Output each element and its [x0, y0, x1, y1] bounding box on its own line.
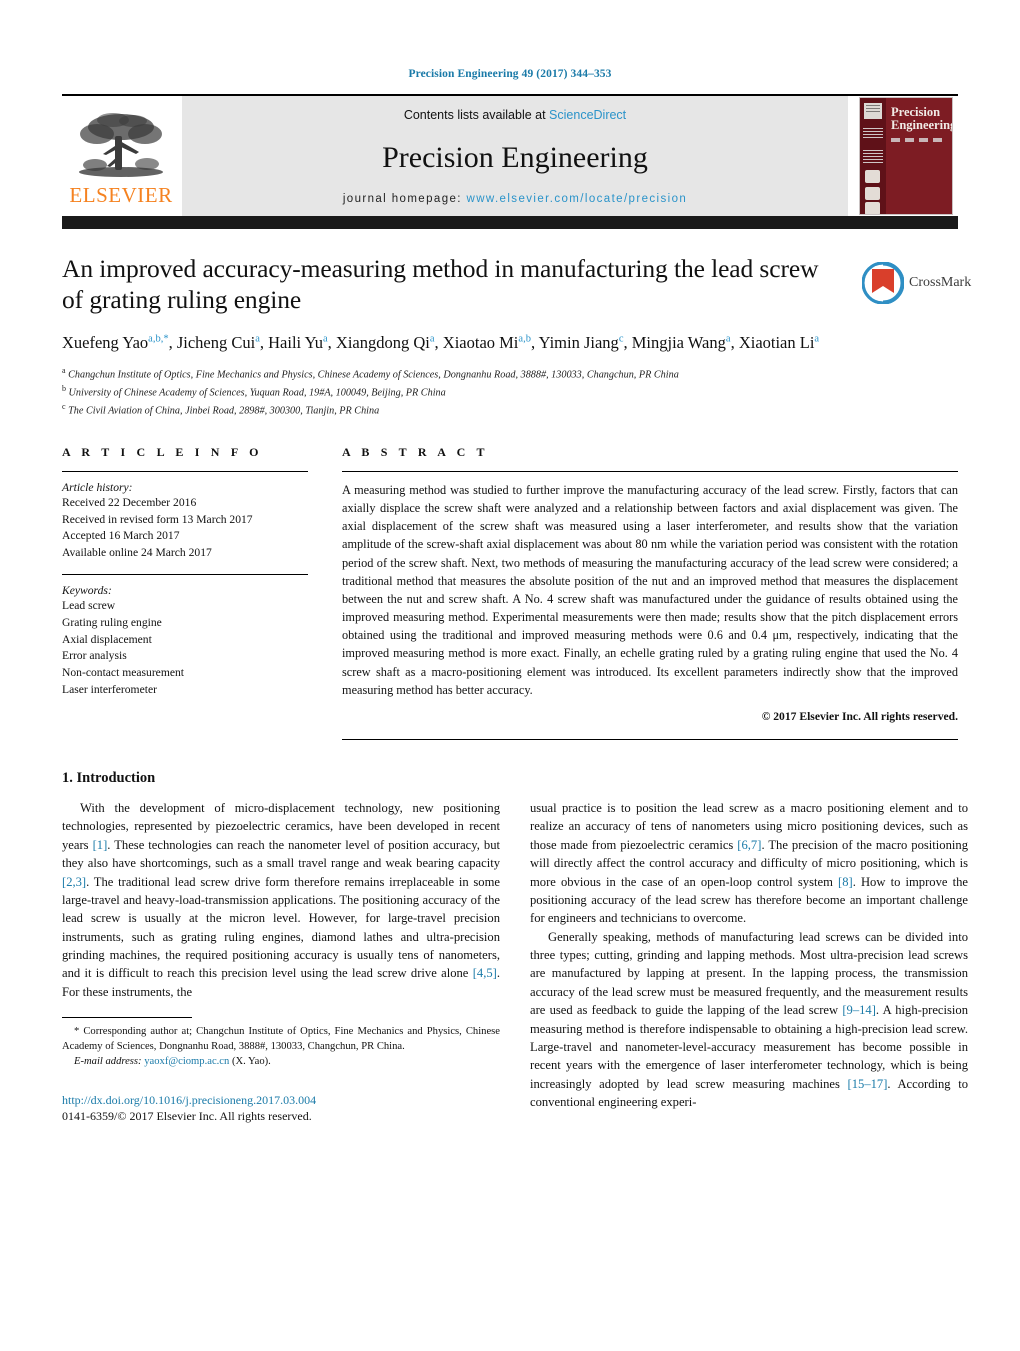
cover-title-line-1: Precision: [891, 105, 941, 119]
body-two-column: With the development of micro-displaceme…: [62, 799, 968, 1124]
affiliation-marker: a: [62, 366, 66, 376]
cover-publisher-logo-icon: [864, 103, 882, 119]
copyright-line: © 2017 Elsevier Inc. All rights reserved…: [761, 710, 958, 724]
cover-subtitle-rule: [891, 138, 947, 142]
paper-page: Precision Engineering 49 (2017) 344–353: [0, 0, 1020, 1351]
article-info-rule: [62, 470, 308, 472]
sciencedirect-link[interactable]: ScienceDirect: [549, 108, 626, 122]
doi-block: http://dx.doi.org/10.1016/j.precisioneng…: [62, 1092, 500, 1124]
crossmark-icon: [861, 261, 905, 305]
keyword-item: Axial displacement: [62, 632, 152, 646]
abstract-rule: [342, 470, 958, 472]
history-item: Available online 24 March 2017: [62, 546, 212, 560]
running-head: Precision Engineering 49 (2017) 344–353: [408, 68, 612, 80]
homepage-prefix: journal homepage:: [342, 193, 467, 205]
abstract-column: A B S T R A C T A measuring method was s…: [342, 444, 958, 741]
issn-copyright-line: 0141-6359/© 2017 Elsevier Inc. All right…: [62, 1108, 312, 1123]
contents-available-line: Contents lists available at ScienceDirec…: [404, 108, 626, 122]
abstract-bottom-rule: [342, 739, 958, 741]
homepage-url-link[interactable]: www.elsevier.com/locate/precision: [466, 193, 687, 205]
article-info-column: A R T I C L E I N F O Article history: R…: [62, 445, 308, 740]
keyword-item: Error analysis: [62, 649, 127, 663]
footnote-block: * Corresponding author at; Changchun Ins…: [62, 1017, 500, 1124]
cover-title-line-2: Engineering: [891, 117, 953, 132]
keyword-item: Lead screw: [62, 598, 116, 612]
article-history-label: Article history:: [62, 480, 133, 494]
keyword-item: Laser interferometer: [62, 682, 157, 696]
affiliation-marker: b: [62, 384, 66, 394]
crossmark-badge[interactable]: CrossMark: [861, 255, 971, 311]
doi-link[interactable]: http://dx.doi.org/10.1016/j.precisioneng…: [62, 1092, 500, 1108]
affiliation-item: a Changchun Institute of Optics, Fine Me…: [62, 365, 958, 383]
email-suffix: (X. Yao).: [231, 1055, 271, 1067]
email-note: E-mail address: yaoxf@ciomp.ac.cn (X. Ya…: [62, 1055, 500, 1070]
affiliation-item: b University of Chinese Academy of Scien…: [62, 383, 958, 401]
journal-homepage-line: journal homepage: www.elsevier.com/locat…: [343, 193, 687, 205]
intro-paragraph-right-1: usual practice is to position the lead s…: [530, 801, 968, 926]
cover-badge-1: [865, 170, 880, 183]
affiliation-text: University of Chinese Academy of Science…: [68, 387, 446, 399]
elsevier-tree-icon: [79, 113, 163, 177]
email-label: E-mail address:: [74, 1055, 142, 1067]
keyword-item: Non-contact measurement: [62, 666, 185, 680]
journal-cover-thumbnail: Precision Engineering: [854, 96, 958, 216]
author-list: Xuefeng Yaoa,b,*, Jicheng Cuia, Haili Yu…: [62, 333, 820, 353]
email-link[interactable]: yaoxf@ciomp.ac.cn: [144, 1056, 229, 1067]
abstract-text: A measuring method was studied to furthe…: [342, 482, 958, 697]
keywords-rule: [62, 573, 308, 575]
section-title-introduction: 1. Introduction: [62, 770, 156, 787]
cover-badge-2: [865, 187, 880, 200]
journal-title: Precision Engineering: [382, 140, 648, 174]
affiliation-text: The Civil Aviation of China, Jinbei Road…: [68, 405, 380, 417]
corresponding-author-note: * Corresponding author at; Changchun Ins…: [62, 1026, 500, 1052]
cover-badge-3: [865, 202, 880, 214]
cover-title-text: Precision Engineering: [891, 105, 953, 132]
affiliation-marker: c: [62, 401, 66, 411]
keyword-item: Grating ruling engine: [62, 615, 162, 629]
masthead-black-bar: [62, 216, 958, 229]
contents-prefix: Contents lists available at: [403, 108, 550, 122]
cover-text-stripe-1: [863, 128, 883, 140]
cover-image: Precision Engineering: [859, 97, 953, 215]
title-block: An improved accuracy-measuring method in…: [62, 253, 971, 419]
elsevier-wordmark: ELSEVIER: [69, 183, 173, 207]
cover-text-stripe-2: [863, 150, 883, 164]
footnote-rule: [62, 1017, 192, 1019]
history-item: Received in revised form 13 March 2017: [62, 512, 253, 526]
affiliation-text: Changchun Institute of Optics, Fine Mech…: [68, 369, 679, 381]
affiliation-item: c The Civil Aviation of China, Jinbei Ro…: [62, 401, 958, 419]
body-right-column: usual practice is to position the lead s…: [530, 799, 968, 1124]
introduction-section: 1. Introduction With the development of …: [62, 770, 968, 1124]
body-left-column: With the development of micro-displaceme…: [62, 799, 500, 1124]
affiliation-list: a Changchun Institute of Optics, Fine Me…: [62, 365, 958, 419]
article-info-heading: A R T I C L E I N F O: [62, 444, 263, 459]
intro-paragraph-right-2: Generally speaking, methods of manufactu…: [530, 929, 968, 1110]
info-abstract-region: A R T I C L E I N F O Article history: R…: [62, 444, 958, 741]
history-item: Accepted 16 March 2017: [62, 529, 180, 543]
crossmark-label: CrossMark: [909, 275, 972, 290]
page-title: An improved accuracy-measuring method in…: [62, 254, 819, 315]
keywords-label: Keywords:: [62, 583, 112, 597]
elsevier-logo: ELSEVIER: [62, 96, 180, 216]
journal-masthead: ELSEVIER Contents lists available at Sci…: [62, 94, 958, 216]
intro-paragraph-left: With the development of micro-displaceme…: [62, 801, 500, 999]
abstract-heading: A B S T R A C T: [342, 444, 489, 459]
history-item: Received 22 December 2016: [62, 495, 197, 509]
masthead-center: Contents lists available at ScienceDirec…: [182, 96, 848, 216]
